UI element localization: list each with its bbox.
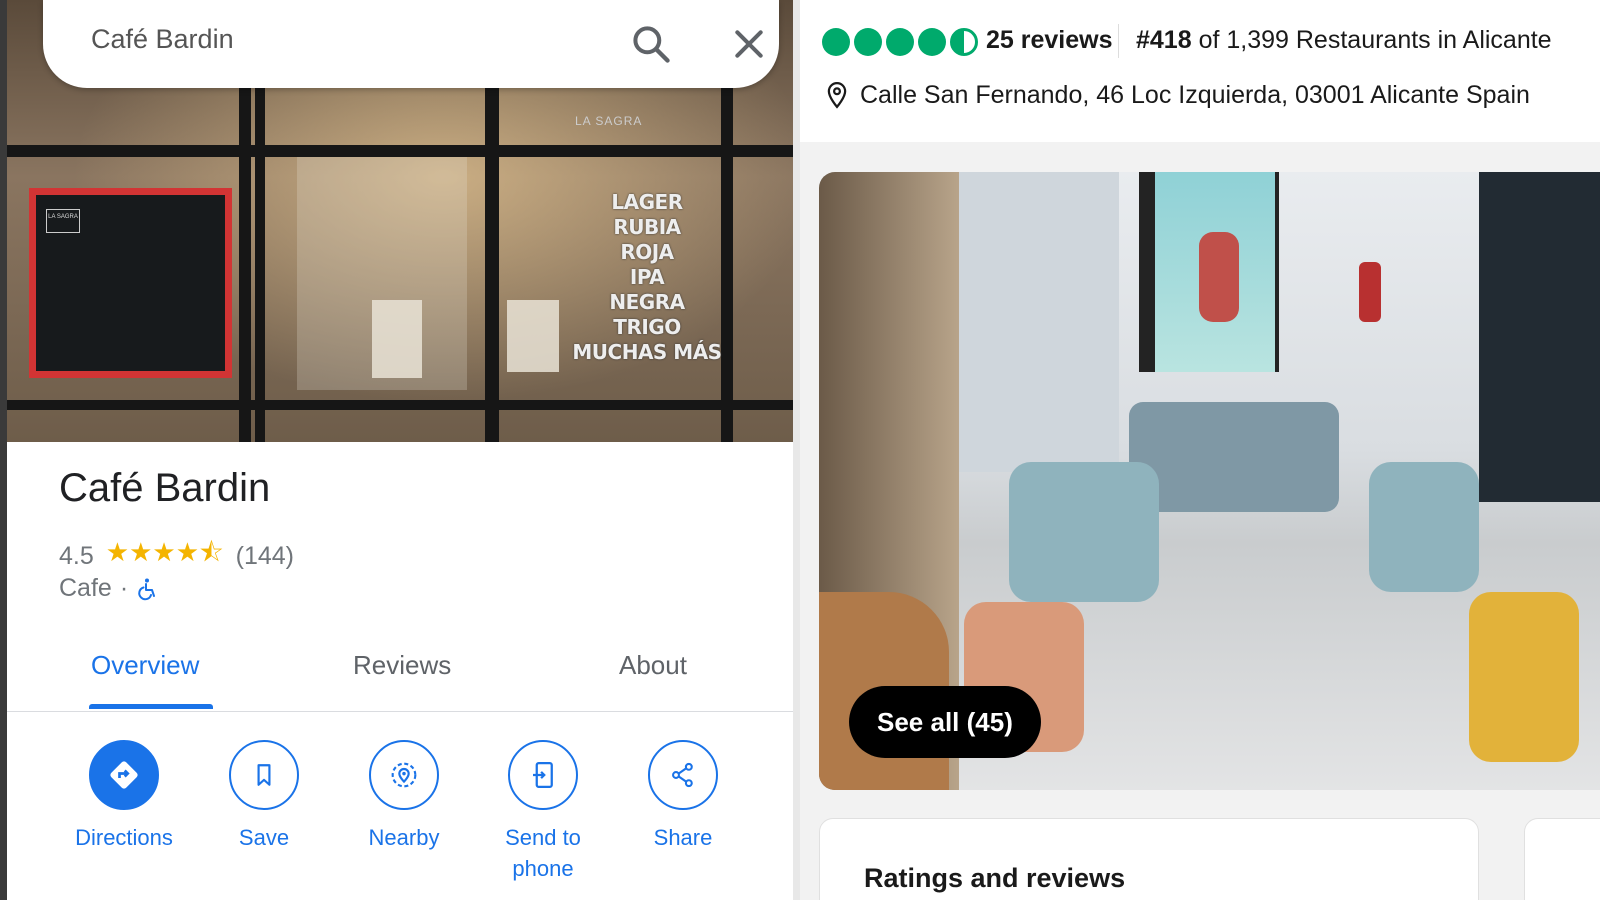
rating-value: 4.5 bbox=[59, 541, 94, 570]
rating-bubble bbox=[886, 28, 914, 56]
tab-reviews[interactable]: Reviews bbox=[353, 650, 451, 681]
beer-item: MUCHAS MÁS bbox=[572, 340, 722, 364]
beer-item: LAGER bbox=[611, 190, 683, 214]
place-title: Café Bardin bbox=[59, 466, 271, 510]
tripadvisor-listing: 25 reviews #418 of 1,399 Restaurants in … bbox=[800, 0, 1600, 900]
place-category[interactable]: Cafe bbox=[59, 574, 112, 603]
board-tag: LA SAGRA bbox=[46, 209, 80, 233]
rating-bubble bbox=[854, 28, 882, 56]
header-separator bbox=[1118, 24, 1119, 58]
window-notice bbox=[372, 300, 422, 378]
send-to-phone-icon bbox=[533, 762, 553, 788]
star-rating-icon: ★★★★⯪ bbox=[105, 537, 224, 567]
screen: LA SAGRA LA SAGRA LAGER RUBIA ROJA IPA N… bbox=[0, 0, 1600, 900]
rank-text: of 1,399 Restaurants in Alicante bbox=[1198, 26, 1552, 54]
bookmark-icon bbox=[257, 764, 271, 786]
address-text: Calle San Fernando, 46 Loc Izquierda, 03… bbox=[860, 80, 1530, 109]
window-frame bbox=[7, 145, 800, 157]
rating-bubble bbox=[822, 28, 850, 56]
send-to-phone-label: Send to phone bbox=[473, 822, 613, 884]
ratings-reviews-card: Ratings and reviews bbox=[819, 818, 1479, 900]
wheelchair-accessible-icon bbox=[138, 578, 156, 600]
share-circle bbox=[648, 740, 718, 810]
review-count-link[interactable]: 25 reviews bbox=[986, 26, 1113, 55]
rating-bubble-half bbox=[950, 28, 978, 56]
see-all-photos-button[interactable]: See all (45) bbox=[849, 686, 1041, 758]
share-label: Share bbox=[653, 825, 713, 850]
save-label: Save bbox=[238, 825, 290, 850]
ranking-link[interactable]: #418 of 1,399 Restaurants in Alicante bbox=[1136, 26, 1552, 55]
chalkboard: LA SAGRA bbox=[29, 188, 232, 378]
send-to-phone-button[interactable]: Send to phone bbox=[473, 740, 613, 884]
beer-item: ROJA bbox=[620, 240, 674, 264]
place-category-row: Cafe · bbox=[59, 574, 160, 603]
map-pin-icon bbox=[827, 81, 847, 109]
place-tabs: Overview Reviews About bbox=[7, 630, 800, 712]
yellow-chair bbox=[1469, 592, 1579, 762]
window-frame bbox=[485, 88, 499, 442]
share-icon bbox=[672, 762, 693, 788]
beer-item: RUBIA bbox=[613, 215, 681, 239]
search-input[interactable]: Café Bardin bbox=[91, 24, 234, 55]
save-circle bbox=[229, 740, 299, 810]
directions-button[interactable]: Directions bbox=[54, 740, 194, 853]
blue-sofa bbox=[1129, 402, 1339, 512]
beer-list: LAGER RUBIA ROJA IPA NEGRA TRIGO MUCHAS … bbox=[567, 190, 727, 365]
save-button[interactable]: Save bbox=[194, 740, 334, 853]
listing-photo[interactable]: See all (45) bbox=[819, 172, 1600, 790]
window-frame bbox=[255, 88, 265, 442]
beer-item: NEGRA bbox=[609, 290, 685, 314]
dark-window bbox=[1479, 172, 1600, 502]
search-icon[interactable] bbox=[629, 22, 673, 66]
separator: · bbox=[119, 574, 129, 602]
patterned-armchair bbox=[1369, 462, 1479, 592]
nearby-label: Nearby bbox=[368, 825, 440, 850]
share-button[interactable]: Share bbox=[613, 740, 753, 853]
panel-divider bbox=[793, 0, 800, 900]
directions-label: Directions bbox=[75, 825, 173, 850]
search-box[interactable]: Café Bardin bbox=[43, 0, 779, 88]
tab-about[interactable]: About bbox=[619, 650, 687, 681]
active-tab-indicator bbox=[89, 704, 213, 709]
send-to-phone-label-line1: Send to bbox=[505, 825, 581, 850]
action-buttons: Directions Save Nearby Send to phone Sha… bbox=[7, 740, 800, 900]
directions-circle bbox=[89, 740, 159, 810]
place-rating[interactable]: 4.5 ★★★★⯪ (144) bbox=[59, 534, 294, 578]
listing-header: 25 reviews #418 of 1,399 Restaurants in … bbox=[800, 0, 1600, 142]
fire-extinguisher bbox=[1359, 262, 1381, 322]
mural-flowers bbox=[1199, 232, 1239, 322]
rank-number: #418 bbox=[1136, 26, 1192, 54]
directions-icon bbox=[110, 761, 138, 789]
window-frame bbox=[239, 88, 251, 442]
close-icon[interactable] bbox=[729, 24, 769, 64]
patterned-armchair bbox=[1009, 462, 1159, 602]
bubble-rating[interactable] bbox=[822, 28, 978, 56]
side-card bbox=[1524, 818, 1600, 900]
window-frame bbox=[7, 400, 800, 410]
window-sign: LA SAGRA bbox=[575, 114, 643, 128]
ratings-reviews-title: Ratings and reviews bbox=[864, 863, 1126, 893]
tab-overview[interactable]: Overview bbox=[91, 650, 199, 681]
review-count[interactable]: (144) bbox=[236, 542, 294, 571]
beer-item: TRIGO bbox=[613, 315, 681, 339]
send-to-phone-circle bbox=[508, 740, 578, 810]
nearby-icon bbox=[391, 762, 417, 788]
beer-item: IPA bbox=[629, 265, 665, 289]
address-row[interactable]: Calle San Fernando, 46 Loc Izquierda, 03… bbox=[822, 80, 1530, 110]
glass-door bbox=[959, 172, 1119, 472]
window-sticker bbox=[507, 300, 559, 372]
rating-bubble bbox=[918, 28, 946, 56]
nearby-circle bbox=[369, 740, 439, 810]
maps-place-panel: LA SAGRA LA SAGRA LAGER RUBIA ROJA IPA N… bbox=[0, 0, 800, 900]
send-to-phone-label-line2: phone bbox=[512, 856, 574, 881]
nearby-button[interactable]: Nearby bbox=[334, 740, 474, 853]
